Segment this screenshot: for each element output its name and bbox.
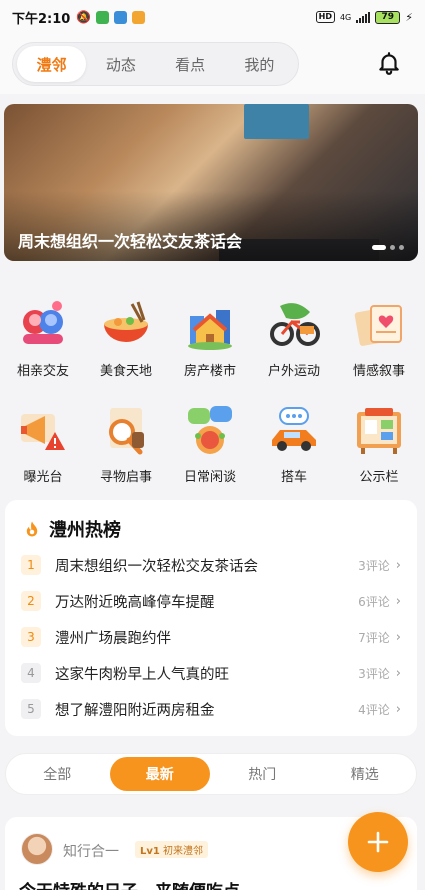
hd-icon: HD bbox=[315, 11, 335, 23]
category-daily-chat[interactable]: 日常闲谈 bbox=[175, 402, 245, 485]
filter-latest[interactable]: 最新 bbox=[109, 757, 210, 791]
hot-list-title: 澧州热榜 bbox=[49, 520, 121, 541]
main-tab-bar: 澧邻 动态 看点 我的 bbox=[12, 42, 299, 86]
chevron-right-icon: › bbox=[395, 701, 401, 717]
comment-count: 6评论 bbox=[358, 594, 390, 609]
rank-badge: 5 bbox=[21, 699, 41, 719]
category-label: 户外运动 bbox=[267, 364, 320, 379]
category-bulletin[interactable]: 公示栏 bbox=[344, 402, 414, 485]
bicycle-icon bbox=[266, 296, 322, 352]
filter-hot[interactable]: 热门 bbox=[212, 757, 312, 791]
notification-bell-icon[interactable] bbox=[376, 50, 402, 76]
hot-item-title: 想了解澧阳附近两房租金 bbox=[55, 702, 215, 719]
post-username[interactable]: 知行合一 bbox=[63, 841, 119, 861]
battery-icon: 79 bbox=[375, 10, 401, 24]
avatar[interactable] bbox=[21, 833, 53, 865]
category-dating[interactable]: 相亲交友 bbox=[8, 296, 78, 379]
category-carpool[interactable]: 搭车 bbox=[259, 402, 329, 485]
comment-count: 7评论 bbox=[358, 630, 390, 645]
category-label: 日常闲谈 bbox=[183, 470, 236, 485]
signal-icon bbox=[356, 11, 371, 23]
category-label: 搭车 bbox=[280, 470, 307, 485]
hot-list-header: 澧州热榜 bbox=[23, 516, 121, 542]
bulletin-board-icon bbox=[351, 402, 407, 458]
category-food[interactable]: 美食天地 bbox=[91, 296, 161, 379]
chevron-right-icon: › bbox=[395, 557, 401, 573]
comment-count: 4评论 bbox=[358, 702, 390, 717]
category-label: 情感叙事 bbox=[352, 364, 405, 379]
hot-list-item[interactable]: 1 周末想组织一次轻松交友茶话会 3评论 › bbox=[21, 552, 401, 578]
tab-dongtai[interactable]: 动态 bbox=[86, 46, 155, 82]
hot-list-item[interactable]: 5 想了解澧阳附近两房租金 4评论 › bbox=[21, 696, 401, 722]
top-navigation: 澧邻 动态 看点 我的 bbox=[0, 34, 425, 94]
chevron-right-icon: › bbox=[395, 593, 401, 609]
rank-badge: 3 bbox=[21, 627, 41, 647]
app-notification-icon bbox=[96, 10, 110, 24]
category-label: 公示栏 bbox=[359, 470, 399, 485]
category-label: 曝光台 bbox=[23, 470, 63, 485]
category-label: 相亲交友 bbox=[16, 364, 69, 379]
car-icon bbox=[266, 402, 322, 458]
food-bowl-icon bbox=[98, 296, 154, 352]
post-title[interactable]: 今天特殊的日子，来随便吃点 bbox=[19, 877, 240, 890]
level-title: 初来澧邻 bbox=[163, 846, 204, 857]
house-icon bbox=[182, 296, 238, 352]
status-bar: 下午2:10 🔕 HD 4G 79 ⚡ bbox=[0, 0, 425, 34]
battery-level: 79 bbox=[381, 12, 395, 22]
comment-count: 3评论 bbox=[358, 558, 390, 573]
megaphone-warning-icon bbox=[15, 402, 71, 458]
hot-list-item[interactable]: 2 万达附近晚高峰停车提醒 6评论 › bbox=[21, 588, 401, 614]
hot-item-title: 这家牛肉粉早上人气真的旺 bbox=[55, 666, 229, 683]
tab-kandian[interactable]: 看点 bbox=[156, 46, 225, 82]
plus-icon bbox=[367, 831, 389, 853]
banner-carousel[interactable]: 周末想组织一次轻松交友茶话会 bbox=[4, 104, 418, 261]
letter-heart-icon bbox=[351, 296, 407, 352]
network-type: 4G bbox=[339, 12, 352, 22]
create-post-button[interactable] bbox=[348, 812, 408, 872]
category-exposure[interactable]: 曝光台 bbox=[8, 402, 78, 485]
chat-bubbles-icon bbox=[182, 402, 238, 458]
tab-lilin[interactable]: 澧邻 bbox=[17, 46, 87, 82]
chevron-right-icon: › bbox=[395, 665, 401, 681]
flame-icon bbox=[26, 521, 38, 537]
category-outdoor[interactable]: 户外运动 bbox=[259, 296, 329, 379]
feed-filter-bar: 全部 最新 热门 精选 bbox=[5, 753, 417, 795]
hot-item-title: 周末想组织一次轻松交友茶话会 bbox=[55, 558, 258, 575]
category-label: 寻物启事 bbox=[99, 470, 152, 485]
chevron-right-icon: › bbox=[395, 629, 401, 645]
banner-photo-screen bbox=[244, 104, 309, 139]
carousel-indicator bbox=[372, 245, 404, 250]
filter-all[interactable]: 全部 bbox=[7, 757, 107, 791]
hot-item-title: 澧州广场晨跑约伴 bbox=[55, 630, 171, 647]
mute-icon: 🔕 bbox=[76, 10, 92, 24]
dating-icon bbox=[15, 296, 71, 352]
rank-badge: 1 bbox=[21, 555, 41, 575]
message-notification-icon bbox=[132, 10, 146, 24]
category-emotion[interactable]: 情感叙事 bbox=[344, 296, 414, 379]
mail-notification-icon bbox=[114, 10, 128, 24]
rank-badge: 4 bbox=[21, 663, 41, 683]
level-badge: Lv1 初来澧邻 bbox=[135, 841, 209, 858]
category-real-estate[interactable]: 房产楼市 bbox=[175, 296, 245, 379]
filter-featured[interactable]: 精选 bbox=[315, 757, 415, 791]
hot-list-item[interactable]: 3 澧州广场晨跑约伴 7评论 › bbox=[21, 624, 401, 650]
banner-title: 周末想组织一次轻松交友茶话会 bbox=[18, 232, 243, 251]
status-time: 下午2:10 bbox=[12, 11, 71, 27]
hot-list-item[interactable]: 4 这家牛肉粉早上人气真的旺 3评论 › bbox=[21, 660, 401, 686]
category-label: 美食天地 bbox=[99, 364, 152, 379]
tab-wode[interactable]: 我的 bbox=[225, 46, 294, 82]
level-number: Lv1 bbox=[140, 846, 160, 857]
hot-list-card: 澧州热榜 1 周末想组织一次轻松交友茶话会 3评论 › 2 万达附近晚高峰停车提… bbox=[5, 500, 417, 736]
rank-badge: 2 bbox=[21, 591, 41, 611]
magnifier-icon bbox=[98, 402, 154, 458]
hot-item-title: 万达附近晚高峰停车提醒 bbox=[55, 594, 215, 611]
charging-icon: ⚡ bbox=[405, 10, 413, 24]
category-label: 房产楼市 bbox=[183, 364, 236, 379]
comment-count: 3评论 bbox=[358, 666, 390, 681]
category-lost-found[interactable]: 寻物启事 bbox=[91, 402, 161, 485]
